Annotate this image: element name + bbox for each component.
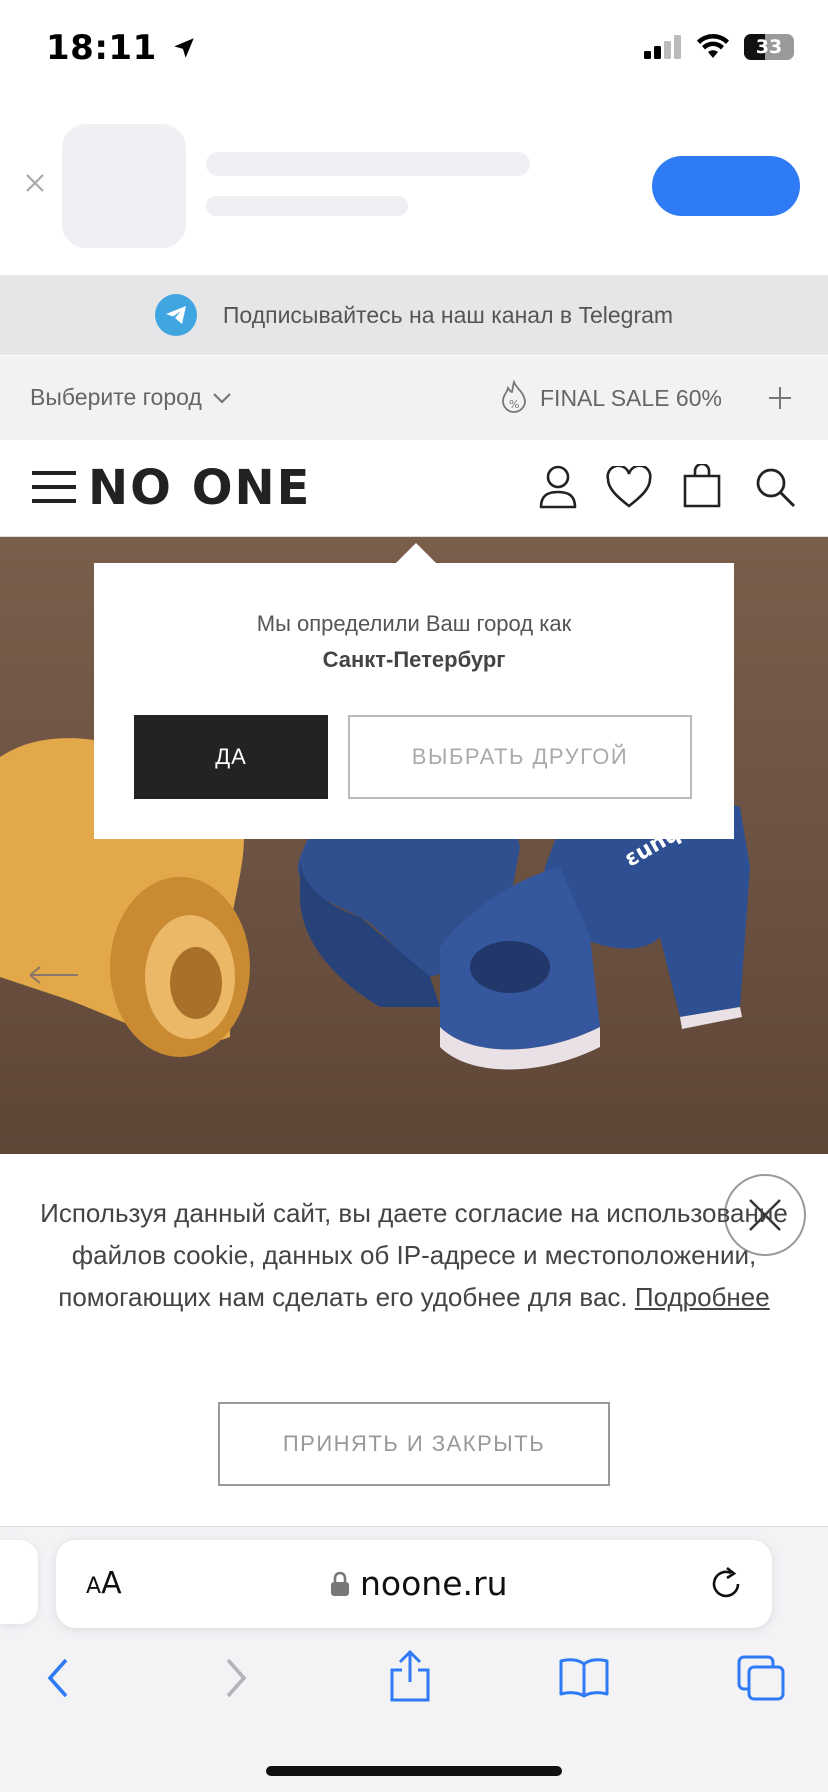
menu-icon[interactable]	[32, 470, 76, 504]
share-icon[interactable]	[388, 1650, 432, 1702]
plus-icon[interactable]	[766, 384, 794, 412]
accept-cookies-button[interactable]: ПРИНЯТЬ И ЗАКРЫТЬ	[218, 1402, 610, 1486]
slider-prev-arrow-icon[interactable]	[28, 965, 80, 985]
sale-flame-icon: %	[502, 380, 526, 413]
sale-label: FINAL SALE 60%	[540, 384, 722, 411]
back-icon[interactable]	[44, 1656, 72, 1700]
status-icons: 33	[644, 34, 794, 60]
home-indicator	[266, 1766, 562, 1776]
wifi-icon	[697, 34, 729, 58]
detected-city: Санкт-Петербург	[322, 647, 506, 672]
forward-icon[interactable]	[222, 1656, 250, 1700]
site-logo[interactable]: NO ONE	[88, 460, 311, 516]
app-icon-placeholder	[62, 124, 186, 248]
city-question: Мы определили Ваш город как	[256, 611, 572, 636]
cookie-more-link[interactable]: Подробнее	[635, 1282, 770, 1312]
telegram-icon	[154, 294, 197, 336]
app-title-placeholder	[206, 152, 530, 176]
url-text: noone.ru	[360, 1564, 508, 1603]
search-icon[interactable]	[754, 466, 796, 508]
bookmarks-icon[interactable]	[558, 1656, 610, 1698]
chevron-down-icon	[213, 392, 231, 404]
bag-icon[interactable]	[682, 464, 722, 508]
url-display[interactable]: noone.ru	[330, 1564, 508, 1603]
app-open-button[interactable]	[652, 156, 800, 216]
cellular-signal-icon	[644, 35, 681, 59]
status-time: 18:11	[46, 28, 197, 68]
lock-icon	[331, 1571, 349, 1596]
reload-icon[interactable]	[708, 1566, 744, 1602]
app-subtitle-placeholder	[206, 196, 408, 216]
telegram-text: Подписывайтесь на наш канал в Telegram	[222, 301, 674, 328]
confirm-city-button[interactable]: ДА	[134, 715, 328, 799]
banner-close-icon[interactable]	[22, 170, 48, 196]
battery-icon: 33	[744, 34, 794, 60]
previous-tab-peek[interactable]	[0, 1540, 38, 1624]
svg-text:%: %	[509, 398, 519, 411]
city-popup-text: Мы определили Ваш город как Санкт-Петерб…	[94, 606, 734, 678]
heart-icon[interactable]	[606, 466, 652, 508]
user-icon[interactable]	[538, 464, 578, 510]
tabs-icon[interactable]	[736, 1654, 786, 1702]
choose-other-city-button[interactable]: ВЫБРАТЬ ДРУГОЙ	[348, 715, 692, 799]
telegram-banner[interactable]: Подписывайтесь на наш канал в Telegram	[0, 275, 828, 355]
city-select-label: Выберите город	[30, 384, 202, 410]
cookie-message: Используя данный сайт, вы даете согласие…	[40, 1192, 788, 1318]
city-select[interactable]: Выберите город	[30, 384, 232, 411]
reader-settings-button[interactable]: AA	[86, 1566, 122, 1601]
popup-pointer	[396, 543, 436, 563]
final-sale-link[interactable]: % FINAL SALE 60%	[498, 380, 722, 416]
location-arrow-icon	[174, 38, 194, 58]
